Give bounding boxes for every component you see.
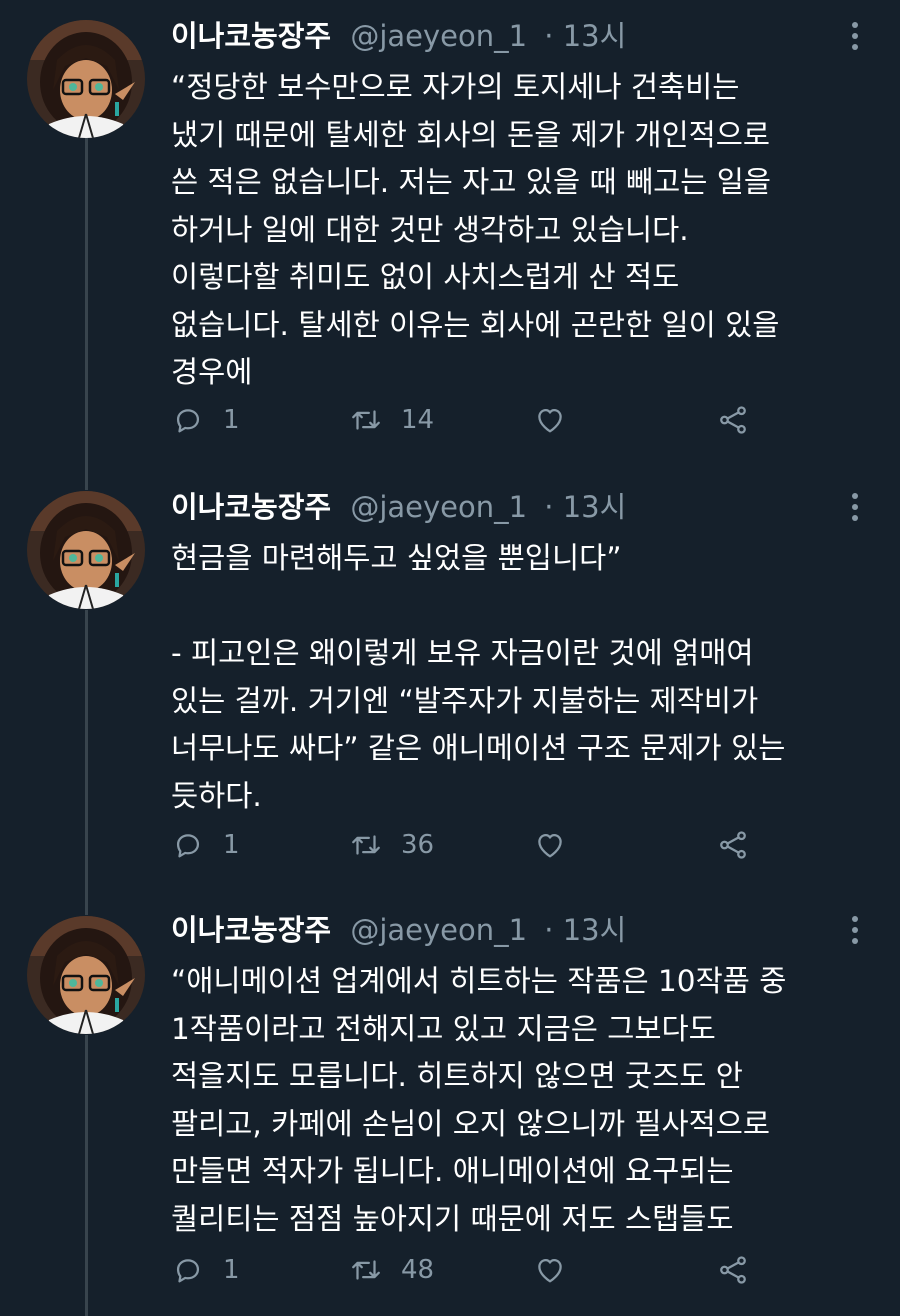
tweet-text: “애니메이션 업계에서 히트하는 작품은 10작품 중 1작품이라고 전해지고 … xyxy=(171,958,871,1243)
like-button[interactable] xyxy=(533,1248,567,1292)
author-handle[interactable]: @jaeyeon_1 xyxy=(350,490,527,524)
tweet-header: 이나코농장주 @jaeyeon_1 · 13시 xyxy=(171,908,626,952)
reply-icon xyxy=(176,1259,200,1283)
share-icon xyxy=(720,1256,746,1284)
more-options-icon[interactable] xyxy=(840,489,870,525)
avatar[interactable] xyxy=(27,916,145,1034)
share-button[interactable] xyxy=(716,1248,750,1292)
reply-count: 1 xyxy=(223,830,240,860)
share-icon xyxy=(720,831,746,859)
reply-count: 1 xyxy=(223,1255,240,1285)
reply-button[interactable]: 1 xyxy=(171,823,240,867)
like-button[interactable] xyxy=(533,823,567,867)
text-line: 듯하다. xyxy=(171,778,262,813)
tweet[interactable]: 이나코농장주 @jaeyeon_1 · 13시 현금을 마련해두고 싶었을 뿐입… xyxy=(0,485,900,885)
more-options-icon[interactable] xyxy=(840,912,870,948)
share-icon xyxy=(720,406,746,434)
share-button[interactable] xyxy=(716,398,750,442)
text-line: “애니메이션 업계에서 히트하는 작품은 10작품 중 xyxy=(171,964,787,998)
retweet-button[interactable]: 36 xyxy=(349,823,434,867)
tweet-text: “정당한 보수만으로 자가의 토지세나 건축비는 냈기 때문에 탈세한 회사의 … xyxy=(171,64,871,397)
text-line: 있는 걸까. 거기엔 “발주자가 지불하는 제작비가 xyxy=(171,683,759,718)
tweet-actions: 1 48 xyxy=(171,1248,791,1292)
text-line: 팔리고, 카페에 손님이 오지 않으니까 필사적으로 xyxy=(171,1106,771,1141)
tweet-time[interactable]: · 13시 xyxy=(544,490,626,524)
tweet-header: 이나코농장주 @jaeyeon_1 · 13시 xyxy=(171,14,626,58)
text-line: 냈기 때문에 탈세한 회사의 돈을 제가 개인적으로 xyxy=(171,117,771,152)
text-line: 없습니다. 탈세한 이유는 회사에 곤란한 일이 있을 xyxy=(171,307,780,342)
reply-icon xyxy=(176,409,200,433)
text-line: 1작품이라고 전해지고 있고 지금은 그보다도 xyxy=(171,1011,716,1046)
text-line: “정당한 보수만으로 자가의 토지세나 건축비는 xyxy=(171,70,740,104)
tweet-actions: 1 14 xyxy=(171,398,791,442)
tweet-header: 이나코농장주 @jaeyeon_1 · 13시 xyxy=(171,485,626,529)
reply-count: 1 xyxy=(223,405,240,435)
heart-icon xyxy=(538,1258,562,1283)
avatar[interactable] xyxy=(27,20,145,138)
share-button[interactable] xyxy=(716,823,750,867)
more-options-icon[interactable] xyxy=(840,18,870,54)
text-line: 너무나도 싸다” 같은 애니메이션 구조 문제가 있는 xyxy=(171,731,786,765)
text-line xyxy=(171,583,871,631)
text-line: 현금을 마련해두고 싶었을 뿐입니다” xyxy=(171,541,622,575)
tweet-time[interactable]: · 13시 xyxy=(544,913,626,947)
avatar-image xyxy=(27,20,145,138)
avatar[interactable] xyxy=(27,491,145,609)
author-handle[interactable]: @jaeyeon_1 xyxy=(350,913,527,947)
reply-button[interactable]: 1 xyxy=(171,1248,240,1292)
text-line: 퀄리티는 점점 높아지기 때문에 저도 스탭들도 xyxy=(171,1201,734,1236)
retweet-icon xyxy=(352,1260,380,1280)
like-button[interactable] xyxy=(533,398,567,442)
text-line: 하거나 일에 대한 것만 생각하고 있습니다. xyxy=(171,212,689,247)
retweet-count: 36 xyxy=(401,830,435,860)
text-line: 쓴 적은 없습니다. 저는 자고 있을 때 빼고는 일을 xyxy=(171,165,772,199)
text-line: - 피고인은 왜이렇게 보유 자금이란 것에 얽매여 xyxy=(171,636,754,670)
reply-button[interactable]: 1 xyxy=(171,398,240,442)
text-line: 경우에 xyxy=(171,355,253,389)
text-line: 이렇다할 취미도 없이 사치스럽게 산 적도 xyxy=(171,260,680,294)
tweet[interactable]: 이나코농장주 @jaeyeon_1 · 13시 “애니메이션 업계에서 히트하는… xyxy=(0,908,900,1308)
author-handle[interactable]: @jaeyeon_1 xyxy=(350,19,527,53)
avatar-image xyxy=(27,491,145,609)
retweet-count: 14 xyxy=(401,405,435,435)
text-line: 적을지도 모릅니다. 히트하지 않으면 굿즈도 안 xyxy=(171,1059,743,1093)
retweet-button[interactable]: 14 xyxy=(349,398,434,442)
tweet[interactable]: 이나코농장주 @jaeyeon_1 · 13시 “정당한 보수만으로 자가의 토… xyxy=(0,14,900,454)
tweet-time[interactable]: · 13시 xyxy=(544,19,626,53)
tweet-text: 현금을 마련해두고 싶었을 뿐입니다” - 피고인은 왜이렇게 보유 자금이란 … xyxy=(171,535,871,820)
reply-icon xyxy=(176,834,200,858)
heart-icon xyxy=(538,408,562,433)
author-name[interactable]: 이나코농장주 xyxy=(171,913,331,947)
tweet-actions: 1 36 xyxy=(171,823,791,867)
retweet-count: 48 xyxy=(401,1255,435,1285)
text-line: 만들면 적자가 됩니다. 애니메이션에 요구되는 xyxy=(171,1154,734,1188)
author-name[interactable]: 이나코농장주 xyxy=(171,490,331,524)
retweet-button[interactable]: 48 xyxy=(349,1248,434,1292)
heart-icon xyxy=(538,833,562,858)
avatar-image xyxy=(27,916,145,1034)
author-name[interactable]: 이나코농장주 xyxy=(171,19,331,53)
retweet-icon xyxy=(352,410,380,430)
retweet-icon xyxy=(352,835,380,855)
